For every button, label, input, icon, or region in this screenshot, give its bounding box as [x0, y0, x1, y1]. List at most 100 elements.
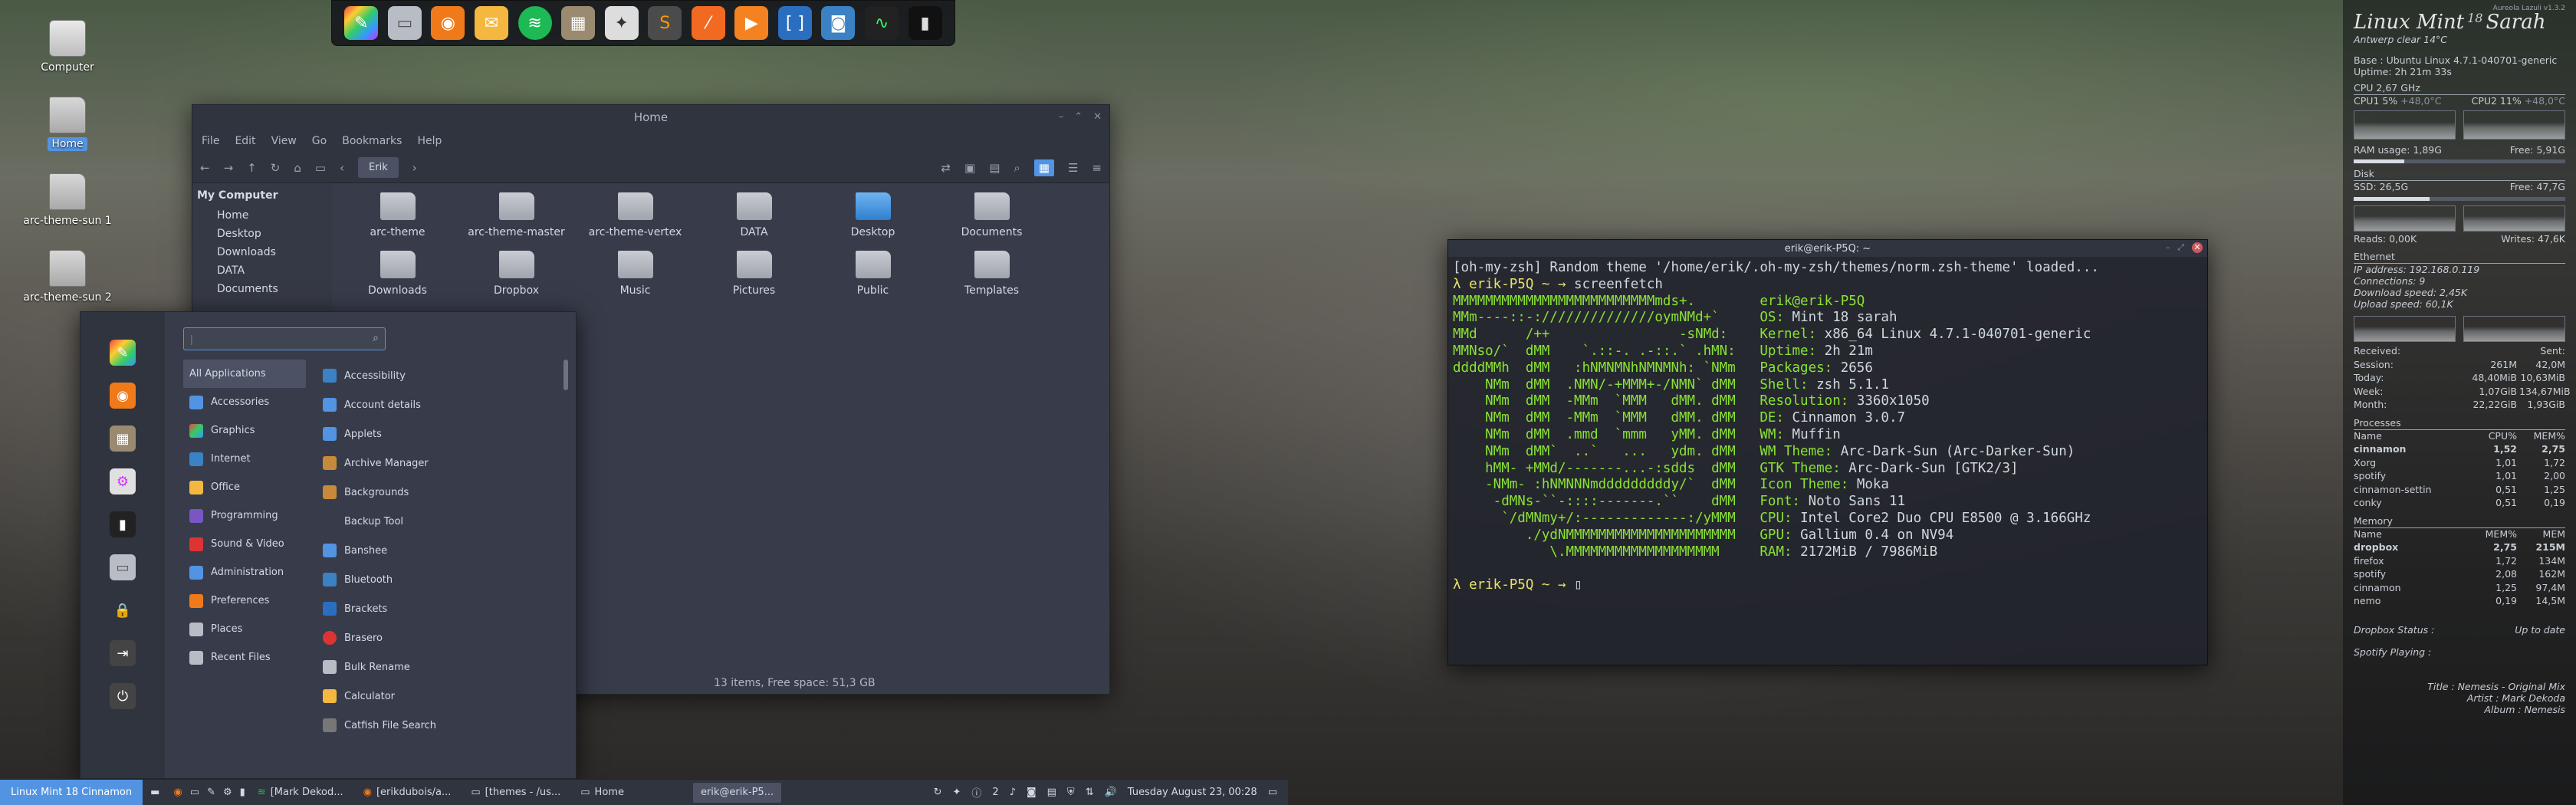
menu-file[interactable]: File	[202, 135, 219, 147]
shield-icon[interactable]: ⛨	[1067, 787, 1075, 798]
desktop-icon-arc-theme-sun-2[interactable]: arc-theme-sun 2	[14, 250, 121, 304]
menu-bookmarks[interactable]: Bookmarks	[342, 135, 402, 147]
brackets-icon[interactable]: ⁄	[691, 6, 725, 40]
photos-icon[interactable]: ▦	[110, 426, 136, 452]
notification-icon[interactable]: ▭	[1268, 787, 1277, 798]
sidebar-item-desktop[interactable]: Desktop	[197, 225, 327, 243]
up-icon[interactable]: ↑	[247, 161, 257, 175]
app-item[interactable]: Brackets	[318, 594, 564, 623]
file-item[interactable]: Dropbox	[457, 248, 576, 297]
category-item[interactable]: Administration	[183, 558, 306, 586]
category-item[interactable]: Graphics	[183, 416, 306, 445]
menu-go[interactable]: Go	[312, 135, 327, 147]
location-left-icon[interactable]: ‹	[340, 161, 344, 175]
category-item[interactable]: Internet	[183, 445, 306, 473]
app-item[interactable]: Bulk Rename	[318, 652, 564, 682]
lock-icon[interactable]: 🔒	[110, 597, 136, 623]
clock[interactable]: Tuesday August 23, 00:28	[1128, 787, 1257, 798]
home-icon[interactable]: ⌂	[294, 161, 301, 175]
sidebar-item-home[interactable]: Home	[197, 206, 327, 225]
menu-scrollbar[interactable]	[564, 360, 568, 390]
desktop-icon-home[interactable]: Home	[14, 97, 121, 151]
file-item[interactable]: Templates	[932, 248, 1051, 297]
media-player-icon[interactable]: ▶	[734, 6, 769, 40]
search-icon[interactable]: ⌕	[1014, 161, 1020, 175]
task-firefox[interactable]: ◉ [erikdubois/a...	[356, 783, 459, 803]
minimize-icon[interactable]: –	[1059, 111, 1064, 123]
category-item[interactable]: Sound & Video	[183, 530, 306, 558]
file-item[interactable]: Music	[576, 248, 695, 297]
desktop-icon-arc-theme-sun-1[interactable]: arc-theme-sun 1	[14, 173, 121, 227]
file-item[interactable]: Pictures	[695, 248, 813, 297]
forward-icon[interactable]: →	[224, 161, 234, 175]
settings-launcher-icon[interactable]: ⚙	[223, 787, 232, 798]
show-desktop-icon[interactable]: ▬	[150, 787, 159, 798]
back-icon[interactable]: ←	[200, 161, 210, 175]
firefox-launcher-icon[interactable]: ◉	[173, 787, 182, 798]
terminal-window[interactable]: erik@erik-P5Q: ~ – ⤢ ✕ [oh-my-zsh] Rando…	[1447, 239, 2208, 665]
network-icon[interactable]: ⇅	[1086, 787, 1094, 798]
sidebar-item-downloads[interactable]: Downloads	[197, 243, 327, 261]
app-item[interactable]: Bluetooth	[318, 565, 564, 594]
app-item[interactable]: Backup Tool	[318, 507, 564, 536]
terminal-launcher-icon[interactable]: ▮	[240, 787, 245, 798]
music-icon[interactable]: ♪	[1010, 787, 1016, 798]
maximize-icon[interactable]: ⌃	[1074, 111, 1083, 123]
category-item[interactable]: Places	[183, 615, 306, 643]
location-right-icon[interactable]: ›	[412, 161, 417, 175]
close-icon[interactable]: ✕	[2192, 242, 2203, 253]
search-input[interactable]	[184, 328, 385, 350]
task-spotify[interactable]: ≋ [Mark Dekod...	[250, 783, 351, 803]
task-themes[interactable]: ▭ [themes - /us...	[463, 783, 568, 803]
file-item[interactable]: arc-theme-master	[457, 189, 576, 238]
new-tab-icon[interactable]: ▣	[964, 161, 975, 175]
workspace-indicator[interactable]: 2	[992, 787, 998, 798]
files-launcher-icon[interactable]: ▭	[190, 787, 199, 798]
sidebar-item-data[interactable]: DATA	[197, 261, 327, 280]
system-monitor-icon[interactable]: ∿	[865, 6, 899, 40]
files-icon[interactable]: ▭	[110, 554, 136, 580]
app-item[interactable]: Catfish File Search	[318, 711, 564, 740]
spotify-icon[interactable]: ≋	[518, 6, 552, 40]
logout-icon[interactable]: ⇥	[110, 640, 136, 666]
task-terminal[interactable]: erik@erik-P5...	[692, 782, 782, 803]
app-item[interactable]: Calculator	[318, 682, 564, 711]
sidebar-header[interactable]: My Computer	[197, 189, 327, 202]
desktop-icon-computer[interactable]: Computer	[14, 20, 121, 74]
file-item[interactable]: arc-theme-vertex	[576, 189, 695, 238]
app-item[interactable]: Archive Manager	[318, 449, 564, 478]
list-view-icon[interactable]: ☰	[1068, 161, 1078, 175]
app-item[interactable]: Account details	[318, 390, 564, 419]
color-app-icon[interactable]: ✎	[110, 340, 136, 366]
cursor[interactable]: ▯	[1574, 577, 1582, 593]
task-home[interactable]: ▭ Home	[573, 783, 632, 803]
icon-view-icon[interactable]: ▦	[1033, 159, 1054, 176]
app-item[interactable]: Backgrounds	[318, 478, 564, 507]
maximize-icon[interactable]: ⤢	[2177, 242, 2184, 253]
menu-help[interactable]: Help	[417, 135, 442, 147]
screenshot-icon[interactable]: ◙	[1027, 787, 1037, 798]
app-item[interactable]: Accessibility	[318, 361, 564, 390]
menu-button[interactable]: Linux Mint 18 Cinnamon	[0, 780, 143, 805]
file-item[interactable]: Public	[813, 248, 932, 297]
new-folder-icon[interactable]: ▤	[989, 161, 1000, 175]
firefox-icon[interactable]: ◉	[110, 383, 136, 409]
computer-icon[interactable]: ▭	[315, 161, 326, 175]
menu-edit[interactable]: Edit	[235, 135, 255, 147]
category-item[interactable]: All Applications	[183, 360, 306, 388]
close-icon[interactable]: ✕	[1093, 111, 1102, 123]
window-list-icon[interactable]: ▤	[1047, 787, 1056, 798]
category-item[interactable]: Programming	[183, 501, 306, 530]
brackets-blue-icon[interactable]: [ ]	[777, 6, 812, 40]
info-icon[interactable]: ⓘ	[971, 785, 981, 800]
compact-view-icon[interactable]: ≡	[1092, 161, 1102, 175]
file-manager-titlebar[interactable]: Home – ⌃ ✕	[192, 105, 1109, 130]
screenshot-icon[interactable]: ◙	[821, 6, 856, 40]
volume-icon[interactable]: 🔊	[1105, 787, 1117, 798]
power-icon[interactable]: ⏻	[110, 683, 136, 709]
app-item[interactable]: Applets	[318, 419, 564, 449]
app-item[interactable]: Brasero	[318, 623, 564, 652]
file-item[interactable]: Downloads	[338, 248, 457, 297]
file-item[interactable]: Documents	[932, 189, 1051, 238]
terminal-icon[interactable]: ▮	[110, 511, 136, 537]
